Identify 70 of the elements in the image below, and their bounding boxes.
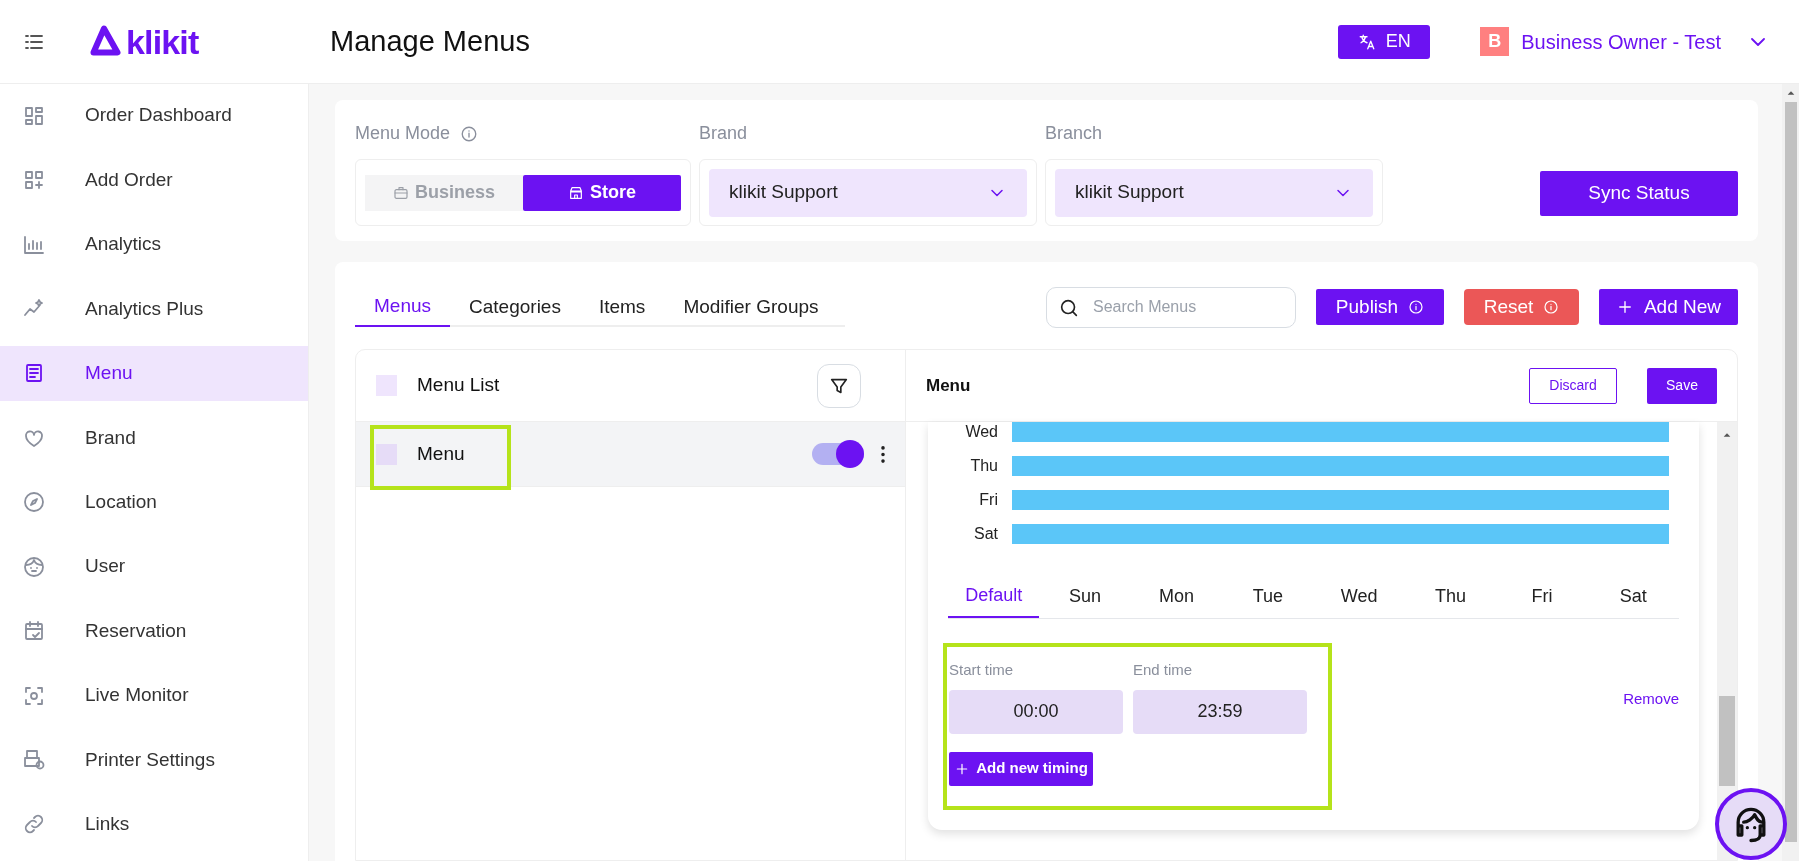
account-name[interactable]: Business Owner - Test <box>1521 26 1721 57</box>
add-timing-button[interactable]: Add new timing <box>949 751 1093 786</box>
sidebar-item[interactable]: Analytics <box>0 216 308 273</box>
page-title: Manage Menus <box>330 23 530 59</box>
day-tab[interactable]: Mon <box>1130 574 1223 618</box>
mode-toggle[interactable]: Store <box>523 174 681 211</box>
editor-title: Menu <box>926 374 972 397</box>
sidebar-item[interactable]: Add Order <box>0 152 308 208</box>
day-label: Thu <box>969 456 998 476</box>
checkbox[interactable] <box>376 375 397 396</box>
info-icon <box>1408 299 1425 315</box>
chevron-down-icon <box>1751 37 1765 46</box>
field-label: End time <box>1133 660 1194 680</box>
tab[interactable]: Menus <box>355 287 451 327</box>
sidebar-item[interactable]: Order Dashboard <box>0 88 308 144</box>
dropdown-field[interactable]: klikit Support <box>709 168 1027 217</box>
language-button[interactable]: EN <box>1338 24 1431 59</box>
publish-button[interactable]: Publish <box>1316 289 1444 325</box>
sidebar-item[interactable]: User <box>0 538 308 595</box>
face-icon <box>22 554 46 579</box>
list-row[interactable]: Menu <box>356 422 905 487</box>
translate-icon <box>1357 32 1376 51</box>
list-title: Menu List <box>417 373 501 398</box>
day-tab[interactable]: Tue <box>1222 574 1314 618</box>
day-label: Sat <box>973 524 998 544</box>
day-tab[interactable]: Default <box>948 574 1040 618</box>
day-tab[interactable]: Sat <box>1587 574 1679 618</box>
checkbox[interactable] <box>376 443 397 465</box>
remove-link[interactable]: Remove <box>1623 688 1679 711</box>
logo-text: klikit <box>126 24 199 59</box>
toggle-switch[interactable] <box>812 443 864 465</box>
day-label: Wed <box>964 422 998 442</box>
briefcase-icon <box>392 184 409 201</box>
time-field[interactable]: 23:59 <box>1133 689 1307 734</box>
sidebar-item[interactable]: Printer Settings <box>0 732 308 788</box>
day-tab[interactable]: Thu <box>1404 574 1497 618</box>
sidebar-item[interactable]: Reservation <box>0 603 308 659</box>
compass-icon <box>22 490 46 515</box>
field-label: Menu Mode <box>355 122 451 145</box>
search-field[interactable]: Search Menus <box>1046 286 1296 328</box>
sidebar-item[interactable]: Live Monitor <box>0 667 308 724</box>
info-icon <box>460 124 479 143</box>
avatar-initial: B <box>1480 27 1510 56</box>
time-field[interactable]: 00:00 <box>949 689 1123 734</box>
sidebar-item[interactable]: Brand <box>0 410 308 466</box>
day-tab[interactable]: Sun <box>1039 574 1131 618</box>
tab[interactable]: Categories <box>450 287 580 327</box>
more-vertical-icon <box>881 445 885 463</box>
discard-button[interactable]: Discard <box>1529 367 1617 404</box>
field-label: Branch <box>1045 122 1103 145</box>
day-tab[interactable]: Fri <box>1496 574 1588 618</box>
dropdown-field[interactable]: klikit Support <box>1055 168 1373 217</box>
sidebar-item[interactable]: Location <box>0 474 308 530</box>
tab[interactable]: Items <box>579 287 665 327</box>
add-new-button[interactable]: Add New <box>1599 289 1738 325</box>
sidebar-item[interactable]: Menu <box>0 345 308 402</box>
day-tab[interactable]: Wed <box>1313 574 1405 618</box>
day-label: Fri <box>978 490 998 510</box>
sidebar-item[interactable]: Links <box>0 796 308 853</box>
field-label: Start time <box>949 660 1015 680</box>
sidebar-item[interactable]: Analytics Plus <box>0 281 308 337</box>
storefront-icon <box>568 184 584 201</box>
filter-button[interactable] <box>817 363 861 408</box>
field-label: Brand <box>699 122 748 145</box>
printer-icon <box>22 747 46 772</box>
tab[interactable]: Modifier Groups <box>664 287 838 327</box>
info-icon <box>1543 299 1560 315</box>
save-button[interactable]: Save <box>1647 367 1717 404</box>
row-name: Menu <box>417 441 466 466</box>
sync-status-button[interactable]: Sync Status <box>1540 171 1738 216</box>
